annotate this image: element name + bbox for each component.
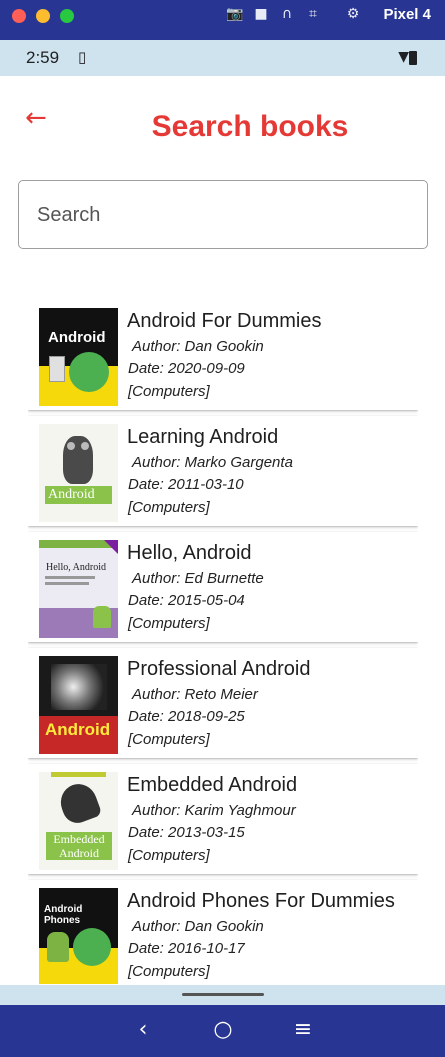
book-title: Professional Android: [127, 658, 311, 680]
maximize-window-button[interactable]: [60, 9, 74, 23]
book-cover-image: Hello, Android: [39, 540, 118, 638]
book-date: Date: 2018-09-25: [128, 708, 245, 725]
wifi-icon: ▼: [398, 49, 409, 65]
book-category: [Computers]: [128, 963, 210, 980]
nav-recents-icon[interactable]: ≡: [288, 1017, 318, 1042]
book-author: Author: Karim Yaghmour: [132, 802, 296, 819]
book-author: Author: Reto Meier: [132, 686, 258, 703]
book-date: Date: 2013-03-15: [128, 824, 245, 841]
book-card[interactable]: Android Phones Android Phones For Dummie…: [28, 880, 418, 984]
book-date: Date: 2015-05-04: [128, 592, 245, 609]
search-field[interactable]: [18, 180, 428, 249]
page-title: Search books: [151, 110, 349, 143]
status-bar: 2:59 ▯ ▼: [0, 40, 445, 76]
search-input[interactable]: [37, 201, 407, 229]
book-category: [Computers]: [128, 499, 210, 516]
book-date: Date: 2011-03-10: [128, 476, 244, 493]
book-card[interactable]: Android Android For Dummies Author: Dan …: [28, 300, 418, 410]
emulator-toolbar: 📷 ■ ∩ ⌗ ⚙ Pixel 4: [0, 0, 445, 40]
camera-icon[interactable]: 📷: [226, 6, 244, 22]
book-card[interactable]: Hello, Android Hello, Android Author: Ed…: [28, 532, 418, 642]
status-time: 2:59: [26, 48, 60, 67]
headphones-icon[interactable]: ∩: [278, 6, 296, 22]
book-category: [Computers]: [128, 731, 210, 748]
book-card[interactable]: Embedded Android Embedded Android Author…: [28, 764, 418, 874]
book-title: Android For Dummies: [127, 310, 322, 332]
book-card[interactable]: Android Professional Android Author: Ret…: [28, 648, 418, 758]
sim-icon: ▯: [78, 48, 87, 66]
settings-icon[interactable]: ⚙: [344, 6, 362, 22]
book-category: [Computers]: [128, 615, 210, 632]
book-category: [Computers]: [128, 383, 210, 400]
video-icon[interactable]: ■: [252, 6, 270, 22]
book-card[interactable]: Android Learning Android Author: Marko G…: [28, 416, 418, 526]
book-title: Hello, Android: [127, 542, 252, 564]
gesture-handle[interactable]: [182, 993, 264, 996]
device-name: Pixel 4: [383, 6, 431, 23]
gesture-area: [0, 985, 445, 1005]
book-date: Date: 2016-10-17: [128, 940, 245, 957]
book-category: [Computers]: [128, 847, 210, 864]
book-title: Android Phones For Dummies: [127, 890, 395, 912]
book-cover-image: Embedded Android: [39, 772, 118, 870]
minimize-window-button[interactable]: [36, 9, 50, 23]
book-cover-image: Android: [39, 308, 118, 406]
book-cover-image: Android: [39, 424, 118, 522]
screenshot-icon[interactable]: ⌗: [304, 6, 322, 22]
book-author: Author: Dan Gookin: [132, 918, 264, 935]
book-title: Learning Android: [127, 426, 279, 448]
nav-back-icon[interactable]: ‹: [128, 1017, 158, 1042]
book-author: Author: Dan Gookin: [132, 338, 264, 355]
book-author: Author: Marko Gargenta: [132, 454, 293, 471]
navigation-bar: ‹ ○ ≡: [0, 1005, 445, 1057]
close-window-button[interactable]: [12, 9, 26, 23]
book-cover-image: Android Phones: [39, 888, 118, 984]
nav-home-icon[interactable]: ○: [208, 1017, 238, 1042]
battery-icon: [409, 51, 417, 65]
book-date: Date: 2020-09-09: [128, 360, 245, 377]
book-list[interactable]: Android Android For Dummies Author: Dan …: [28, 300, 418, 984]
book-cover-image: Android: [39, 656, 118, 754]
book-title: Embedded Android: [127, 774, 298, 796]
book-author: Author: Ed Burnette: [132, 570, 264, 587]
